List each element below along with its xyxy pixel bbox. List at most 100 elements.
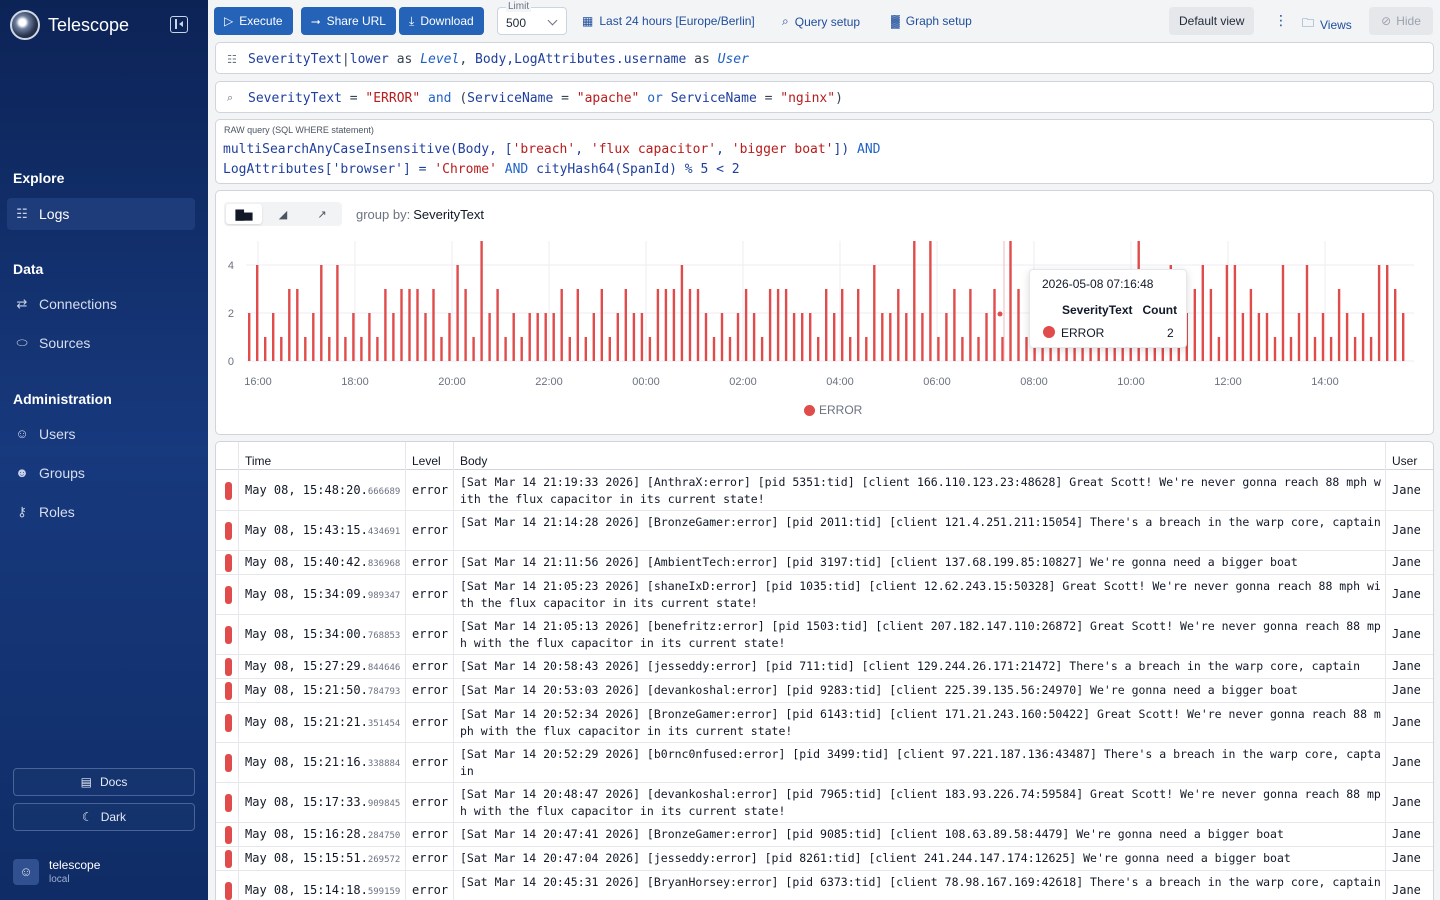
column-header-level[interactable]: Level [412,454,441,468]
chart-bar [969,289,972,361]
views-button[interactable]: 🗀 Views [1302,14,1352,35]
chart-bar [312,313,315,361]
chart-bar [432,289,435,361]
execute-button[interactable]: ▷ Execute [214,7,293,35]
table-row[interactable]: May 08, 15:15:51.269572 error [Sat Mar 14 … [216,847,1433,871]
more-options-icon[interactable]: ⋮ [1274,12,1288,29]
docs-button[interactable]: ▤ Docs [13,768,195,796]
chart-bar [696,289,700,361]
filter-text: SeverityText = "ERROR" and (ServiceName … [248,91,843,106]
table-row[interactable]: May 08, 15:16:28.284750 error [Sat Mar 14 … [216,823,1433,847]
column-header-body[interactable]: Body [460,454,487,468]
chart-bar [1017,289,1020,361]
area-chart-tab[interactable]: ◢ [265,204,301,224]
table-row[interactable]: May 08, 15:17:33.909845 error [Sat Mar 14 … [216,783,1433,823]
time-range-button[interactable]: ▦ Last 24 hours [Europe/Berlin] [582,14,755,28]
table-row[interactable]: May 08, 15:34:00.768853 error [Sat Mar 14 … [216,615,1433,655]
chart-bar [608,337,611,361]
bar-chart[interactable]: 0 2 4 16:00 18:00 20:00 22:00 00:00 02:00 04:00 06… [216,231,1435,391]
query-setup-button[interactable]: ⌕ Query setup [782,14,860,29]
share-url-button[interactable]: ⭢ Share URL [301,7,396,35]
severity-indicator [225,826,232,844]
chart-bar [905,313,908,361]
sidebar-item-users[interactable]: ☺ Users [7,418,195,450]
limit-select[interactable]: Limit 500 [497,1,567,35]
sidebar-item-groups[interactable]: ☻ Groups [7,457,195,489]
sidebar-item-logs[interactable]: ☷ Logs [7,198,195,230]
chart-bar [889,313,892,361]
cell-body: [Sat Mar 14 20:52:29 2026] [b0rnc0nfused… [460,747,1381,778]
chart-bar [1329,337,1333,361]
table-row[interactable]: May 08, 15:21:50.784793 error [Sat Mar 14 … [216,679,1433,703]
limit-value: 500 [506,16,527,30]
cell-level: error [412,851,449,865]
chart-legend[interactable]: ERROR [804,403,862,417]
hover-point [996,310,1004,318]
cell-level: error [412,555,449,569]
table-row[interactable]: May 08, 15:48:20.666689 error [Sat Mar 14 … [216,471,1433,511]
hide-label: Hide [1396,14,1421,28]
chart-bar [400,289,403,361]
filter-input[interactable]: ⌕ SeverityText = "ERROR" and (ServiceNam… [215,81,1434,113]
download-button[interactable]: ⤓ Download [399,7,484,35]
default-view-button[interactable]: Default view [1169,7,1255,35]
line-chart-icon: ↗ [317,208,327,221]
column-header-time[interactable]: Time [245,454,271,468]
column-header-user[interactable]: User [1392,454,1417,468]
table-row[interactable]: May 08, 15:21:21.351454 error [Sat Mar 14 … [216,703,1433,743]
cell-user: Jane [1392,827,1421,841]
grid-icon: ☷ [227,54,237,66]
chart-bar [1009,241,1012,361]
raw-query-line-1: multiSearchAnyCaseInsensitive(Body, ['br… [223,142,881,157]
bar-chart-tab[interactable]: ▇▅ [226,204,262,224]
raw-query-input[interactable]: RAW query (SQL WHERE statement) multiSea… [215,119,1434,184]
cell-time: May 08, 15:27:29.844646 [245,659,401,673]
cell-user: Jane [1392,659,1421,673]
table-row[interactable]: May 08, 15:27:29.844646 error [Sat Mar 14 … [216,655,1433,679]
database-icon: ⬭ [16,335,28,350]
sidebar-item-sources[interactable]: ⬭ Sources [7,327,195,359]
chart-bar [488,313,491,361]
logs-table: Time Level Body User May 08, 15:48:20.66… [215,441,1434,900]
cell-body: [Sat Mar 14 20:58:43 2026] [jesseddy:err… [460,659,1361,673]
group-by[interactable]: group by: SeverityText [356,207,484,222]
cell-level: error [412,683,449,697]
brand[interactable]: Telescope [10,10,129,40]
user-profile[interactable]: ☺ telescope local [13,858,100,885]
graph-setup-button[interactable]: ▓ Graph setup [891,14,972,28]
sidebar-item-roles[interactable]: ⚷ Roles [7,496,195,528]
chart-bar [1297,313,1301,361]
chart-bar [1313,337,1317,361]
chart-bar [1265,313,1269,361]
tooltip-time: 2026-05-08 07:16:48 [1042,277,1154,291]
raw-query-label: RAW query (SQL WHERE statement) [224,125,374,135]
time-range-label: Last 24 hours [Europe/Berlin] [599,14,755,28]
fields-input[interactable]: ☷ SeverityText|lower as Level, Body,LogA… [215,42,1434,74]
line-chart-tab[interactable]: ↗ [304,204,340,224]
sidebar-item-connections[interactable]: ⇄ Connections [7,288,195,320]
cell-user: Jane [1392,851,1421,865]
chart-bar [1201,265,1204,361]
chart-bar [993,289,996,361]
chevron-down-icon [547,15,558,26]
x-tick-label: 12:00 [1214,376,1242,388]
chart-bar [424,313,427,361]
hide-button[interactable]: ⊘ Hide [1369,7,1433,35]
groups-icon: ☻ [15,465,29,480]
table-row[interactable]: May 08, 15:14:18.599159 error [Sat Mar 14 … [216,871,1433,900]
table-row[interactable]: May 08, 15:21:16.338884 error [Sat Mar 14 … [216,743,1433,783]
cell-user: Jane [1392,483,1421,497]
chart-bar [648,337,652,361]
chart-bar [1402,313,1405,361]
theme-toggle-button[interactable]: ☾ Dark [13,803,195,831]
chart-bar [865,337,868,361]
table-row[interactable]: May 08, 15:40:42.836968 error [Sat Mar 14 … [216,551,1433,575]
collapse-sidebar-icon[interactable] [170,16,188,33]
docs-icon: ▤ [80,775,92,789]
cell-body: [Sat Mar 14 21:11:56 2026] [AmbientTech:… [460,555,1298,569]
chart-bar [784,289,788,361]
area-chart-icon: ◢ [278,208,288,221]
table-row[interactable]: May 08, 15:34:09.989347 error [Sat Mar 14 … [216,575,1433,615]
chart-bar [560,289,563,361]
table-row[interactable]: May 08, 15:43:15.434691 error [Sat Mar 14 … [216,511,1433,551]
